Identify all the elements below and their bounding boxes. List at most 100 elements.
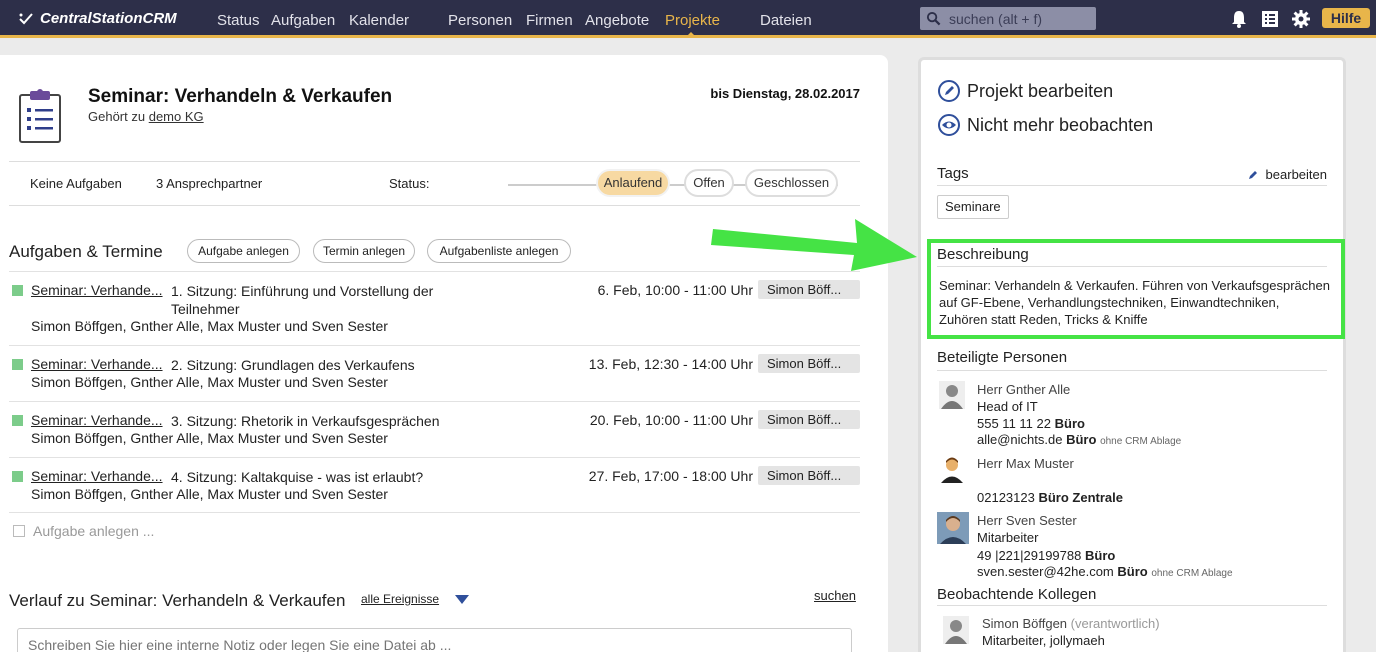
task-participants: Simon Böffgen, Gnther Alle, Max Muster u…	[31, 486, 388, 502]
task-participants: Simon Böffgen, Gnther Alle, Max Muster u…	[31, 374, 388, 390]
email-note: ohne CRM Ablage	[1100, 436, 1182, 447]
eye-circle-icon	[938, 114, 960, 136]
person-name[interactable]: Herr Max Muster	[977, 456, 1074, 471]
filter-dropdown-icon[interactable]	[455, 595, 469, 604]
history-filter[interactable]: alle Ereignisse	[361, 592, 439, 606]
project-sidebar: Projekt bearbeiten Nicht mehr beobachten…	[918, 57, 1346, 652]
task-row: Seminar: Verhande... 4. Sitzung: Kaltakq…	[9, 457, 860, 513]
person-phone[interactable]: 02123123	[977, 490, 1035, 505]
nav-angebote[interactable]: Angebote	[585, 12, 649, 29]
nav-dateien[interactable]: Dateien	[760, 12, 812, 29]
task-color-marker	[12, 415, 23, 426]
watcher-name[interactable]: Simon Böffgen	[982, 616, 1067, 631]
bell-icon[interactable]	[1229, 9, 1249, 29]
project-title: Seminar: Verhandeln & Verkaufen	[88, 86, 393, 107]
divider	[937, 605, 1327, 606]
list-icon[interactable]	[1260, 9, 1280, 29]
edit-project-action[interactable]: Projekt bearbeiten	[937, 79, 1113, 103]
add-tasklist-button[interactable]: Aufgabenliste anlegen	[427, 239, 571, 263]
pencil-circle-icon	[938, 80, 960, 102]
new-task-quick-add[interactable]: Aufgabe anlegen ...	[13, 523, 154, 539]
avatar-photo-icon[interactable]	[939, 455, 965, 483]
person-phone-row: 02123123 Büro Zentrale	[977, 490, 1123, 505]
tags-edit-link[interactable]: bearbeiten	[1248, 167, 1327, 182]
task-row: Seminar: Verhande... 3. Sitzung: Rhetori…	[9, 401, 860, 457]
belongs-prefix: Gehört zu	[88, 109, 146, 124]
avatar-placeholder-icon[interactable]	[943, 616, 969, 644]
project-main-panel: Seminar: Verhandeln & Verkaufen Gehört z…	[0, 55, 888, 652]
status-anlaufend[interactable]: Anlaufend	[596, 169, 670, 197]
nav-personen[interactable]: Personen	[448, 12, 512, 29]
task-description[interactable]: 1. Sitzung: Einführung und Vorstellung d…	[171, 282, 461, 318]
search-box[interactable]	[920, 7, 1096, 30]
unwatch-action[interactable]: Nicht mehr beobachten	[937, 113, 1153, 137]
person-email[interactable]: sven.sester@42he.com	[977, 564, 1114, 579]
nav-projekte[interactable]: Projekte	[665, 12, 720, 29]
logo-text: CentralStationCRM	[40, 10, 177, 27]
task-description[interactable]: 2. Sitzung: Grundlagen des Verkaufens	[171, 356, 461, 374]
task-participants: Simon Böffgen, Gnther Alle, Max Muster u…	[31, 318, 388, 334]
person-email-row: alle@nichts.de Büro ohne CRM Ablage	[977, 432, 1181, 447]
status-geschlossen[interactable]: Geschlossen	[745, 169, 838, 197]
nav-status[interactable]: Status	[217, 12, 260, 29]
task-row: Seminar: Verhande... 1. Sitzung: Einführ…	[9, 271, 860, 334]
task-time: 6. Feb, 10:00 - 11:00 Uhr	[597, 282, 753, 298]
history-search-link[interactable]: suchen	[814, 588, 856, 603]
person-phone[interactable]: 49 |221|29199788	[977, 548, 1081, 563]
nav-aufgaben[interactable]: Aufgaben	[271, 12, 335, 29]
belongs-to: Gehört zu demo KG	[88, 109, 204, 124]
task-color-marker	[12, 285, 23, 296]
edit-project-label: Projekt bearbeiten	[967, 80, 1114, 101]
task-color-marker	[12, 359, 23, 370]
add-task-button[interactable]: Aufgabe anlegen	[187, 239, 300, 263]
person-phone[interactable]: 555 11 11 22	[977, 416, 1051, 431]
pencil-icon	[1248, 170, 1257, 179]
task-project-link[interactable]: Seminar: Verhande...	[31, 282, 163, 298]
phone-type: Büro	[1054, 416, 1085, 431]
task-time: 27. Feb, 17:00 - 18:00 Uhr	[588, 468, 753, 484]
description-title: Beschreibung	[937, 246, 1029, 263]
divider	[9, 205, 860, 206]
person-name[interactable]: Herr Gnther Alle	[977, 382, 1070, 397]
arrow-annotation-icon	[711, 219, 917, 271]
task-owner[interactable]: Simon Böff...	[758, 466, 860, 485]
status-offen[interactable]: Offen	[684, 169, 734, 197]
app-logo[interactable]: CentralStationCRM	[18, 10, 177, 27]
divider	[937, 266, 1327, 267]
task-description[interactable]: 3. Sitzung: Rhetorik in Verkaufsgespräch…	[171, 412, 471, 430]
avatar-placeholder-icon[interactable]	[939, 381, 965, 409]
contacts-count[interactable]: 3 Ansprechpartner	[156, 176, 262, 191]
task-owner[interactable]: Simon Böff...	[758, 410, 860, 429]
avatar-photo-icon[interactable]	[937, 512, 969, 544]
nav-kalender[interactable]: Kalender	[349, 12, 409, 29]
person-email[interactable]: alle@nichts.de	[977, 432, 1062, 447]
logo-icon	[19, 12, 33, 24]
task-participants: Simon Böffgen, Gnther Alle, Max Muster u…	[31, 430, 388, 446]
new-task-checkbox[interactable]	[13, 525, 25, 537]
people-title: Beteiligte Personen	[937, 349, 1068, 366]
divider	[937, 370, 1327, 371]
task-owner[interactable]: Simon Böff...	[758, 354, 860, 373]
nav-firmen[interactable]: Firmen	[526, 12, 573, 29]
person-name[interactable]: Herr Sven Sester	[977, 513, 1077, 528]
company-link[interactable]: demo KG	[149, 109, 204, 124]
note-input[interactable]	[17, 628, 852, 652]
task-owner[interactable]: Simon Böff...	[758, 280, 860, 299]
help-button[interactable]: Hilfe	[1322, 8, 1370, 28]
task-project-link[interactable]: Seminar: Verhande...	[31, 468, 163, 484]
task-project-link[interactable]: Seminar: Verhande...	[31, 356, 163, 372]
watcher-name-row: Simon Böffgen (verantwortlich)	[982, 616, 1160, 631]
task-project-link[interactable]: Seminar: Verhande...	[31, 412, 163, 428]
gear-icon[interactable]	[1291, 9, 1311, 29]
search-input[interactable]	[949, 10, 1089, 27]
watcher-role: Mitarbeiter, jollymaeh	[982, 633, 1105, 648]
task-color-marker	[12, 471, 23, 482]
add-appointment-button[interactable]: Termin anlegen	[313, 239, 415, 263]
description-text: Seminar: Verhandeln & Verkaufen. Führen …	[939, 278, 1330, 327]
phone-type: Büro	[1084, 548, 1116, 563]
search-icon	[926, 11, 941, 26]
task-description[interactable]: 4. Sitzung: Kaltakquise - was ist erlaub…	[171, 468, 471, 486]
email-type: Büro	[1117, 564, 1148, 579]
watcher-tag: (verantwortlich)	[1070, 616, 1160, 631]
tag-chip[interactable]: Seminare	[937, 195, 1009, 219]
